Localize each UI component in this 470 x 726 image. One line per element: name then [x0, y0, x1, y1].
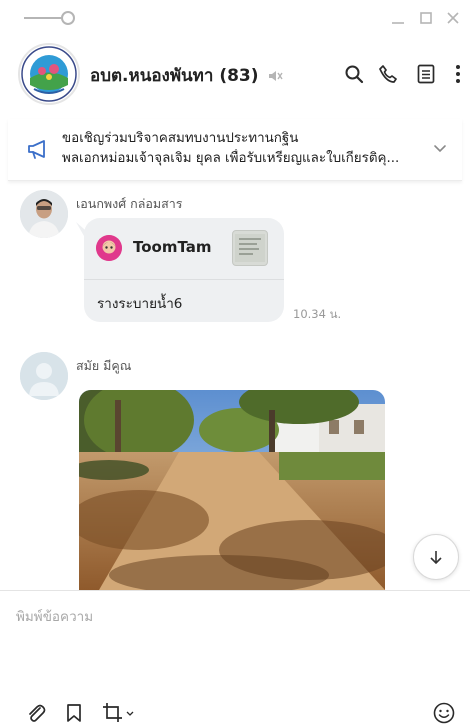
- photo-message[interactable]: [79, 390, 385, 590]
- paperclip-icon[interactable]: [24, 701, 48, 725]
- announcement-banner[interactable]: ขอเชิญร่วมบริจาคสมทบงานประทานกฐิน พลเอกห…: [8, 119, 462, 181]
- message-caption: รางระบายน้ำ6: [97, 296, 183, 312]
- more-vertical-icon[interactable]: [444, 60, 470, 88]
- message-list[interactable]: เอนกพงศ์ กล่อมสาร ToomTam รางระบายน้ำ6 1…: [0, 182, 470, 590]
- sticker-header: ToomTam: [84, 218, 284, 280]
- speaker-muted-icon: [268, 70, 283, 81]
- sticker-message-bubble[interactable]: ToomTam รางระบายน้ำ6: [84, 218, 284, 322]
- sender-name: สมัย มีคูณ: [76, 358, 132, 373]
- scroll-to-bottom-button[interactable]: [413, 534, 459, 580]
- group-avatar[interactable]: [18, 43, 80, 105]
- sticker-avatar: [96, 235, 122, 261]
- default-avatar-icon: [20, 352, 68, 400]
- notes-icon[interactable]: [412, 60, 440, 88]
- chat-title-text: อบต.หนองพันทา (83): [90, 66, 259, 86]
- avatar[interactable]: [20, 352, 68, 400]
- megaphone-icon: [28, 140, 45, 159]
- maximize-icon[interactable]: [414, 6, 438, 30]
- phone-icon[interactable]: [374, 60, 402, 88]
- search-icon[interactable]: [340, 60, 368, 88]
- message-timestamp: 10.34 น.: [293, 307, 342, 321]
- title-bar: [0, 0, 470, 36]
- chat-header: อบต.หนองพันทา (83): [0, 36, 470, 112]
- sender-name: เอนกพงศ์ กล่อมสาร: [76, 196, 183, 211]
- dirt-road-photo: [79, 390, 385, 590]
- group-seal-logo: [21, 46, 77, 102]
- crop-icon[interactable]: [100, 701, 136, 725]
- minimize-icon[interactable]: [386, 6, 410, 30]
- message-input[interactable]: [16, 605, 446, 629]
- close-icon[interactable]: [441, 6, 465, 30]
- avatar[interactable]: [20, 190, 68, 238]
- announcement-line-1: ขอเชิญร่วมบริจาคสมทบงานประทานกฐิน: [62, 131, 299, 146]
- bookmark-icon[interactable]: [62, 701, 86, 725]
- pin-slider-icon[interactable]: [24, 10, 78, 26]
- chat-title[interactable]: อบต.หนองพันทา (83): [90, 62, 283, 89]
- emoji-icon[interactable]: [432, 701, 456, 725]
- user-photo: [20, 190, 68, 238]
- chat-window: อบต.หนองพันทา (83) ขอเชิญร่วมบริจาคสมทบง…: [0, 0, 470, 726]
- announcement-line-2: พลเอกหม่อมเจ้าจุลเจิม ยุคล เพื่อรับเหรีย…: [62, 151, 400, 166]
- arrow-down-icon: [430, 551, 442, 565]
- sticker-thumbnail: [232, 230, 268, 266]
- chevron-down-icon[interactable]: [432, 140, 448, 156]
- announcement-text: ขอเชิญร่วมบริจาคสมทบงานประทานกฐิน พลเอกห…: [62, 129, 422, 169]
- sticker-name: ToomTam: [133, 238, 212, 256]
- message-composer: [0, 590, 470, 726]
